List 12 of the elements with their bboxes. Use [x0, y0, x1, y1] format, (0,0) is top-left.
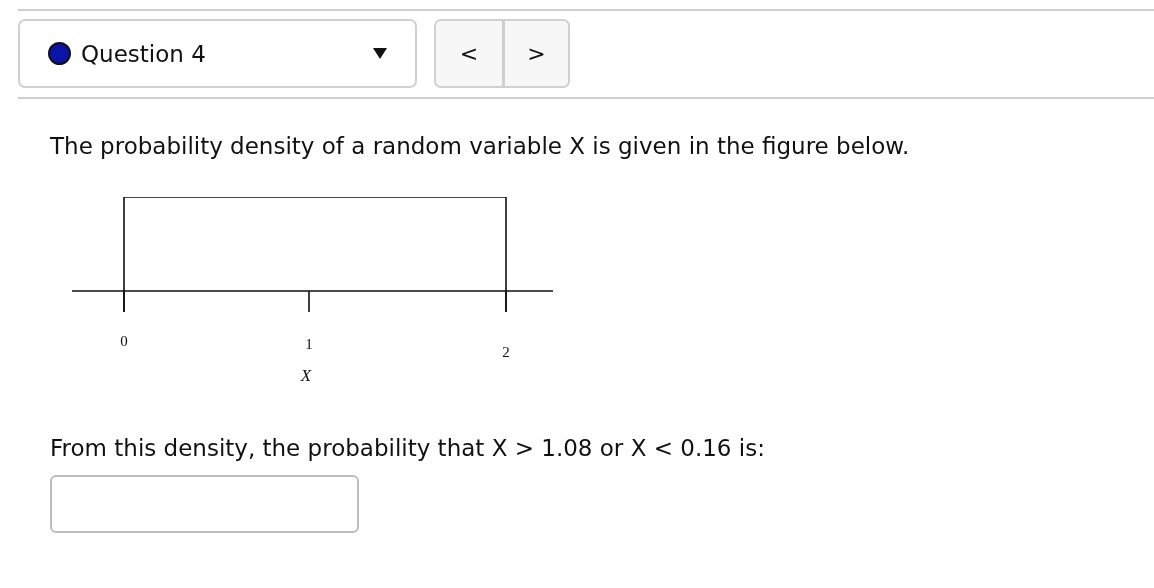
status-dot-icon [48, 42, 71, 65]
answer-field[interactable] [50, 475, 359, 533]
axis-label: X [300, 366, 312, 385]
question-text: The probability density of a random variable X is given in the figure below. [50, 133, 911, 159]
tick-label: 0 [120, 333, 128, 349]
tick-label: 2 [502, 344, 510, 360]
caret-icon [373, 48, 387, 59]
question-label: Question 4 [81, 40, 207, 67]
question-text: From this density, the probability that X > 1.08 or X < 0.16 is: [50, 435, 766, 461]
next-button[interactable]: > [502, 21, 568, 86]
tick-label: 1 [305, 336, 313, 352]
question-dropdown[interactable]: Question 4 [18, 19, 417, 88]
